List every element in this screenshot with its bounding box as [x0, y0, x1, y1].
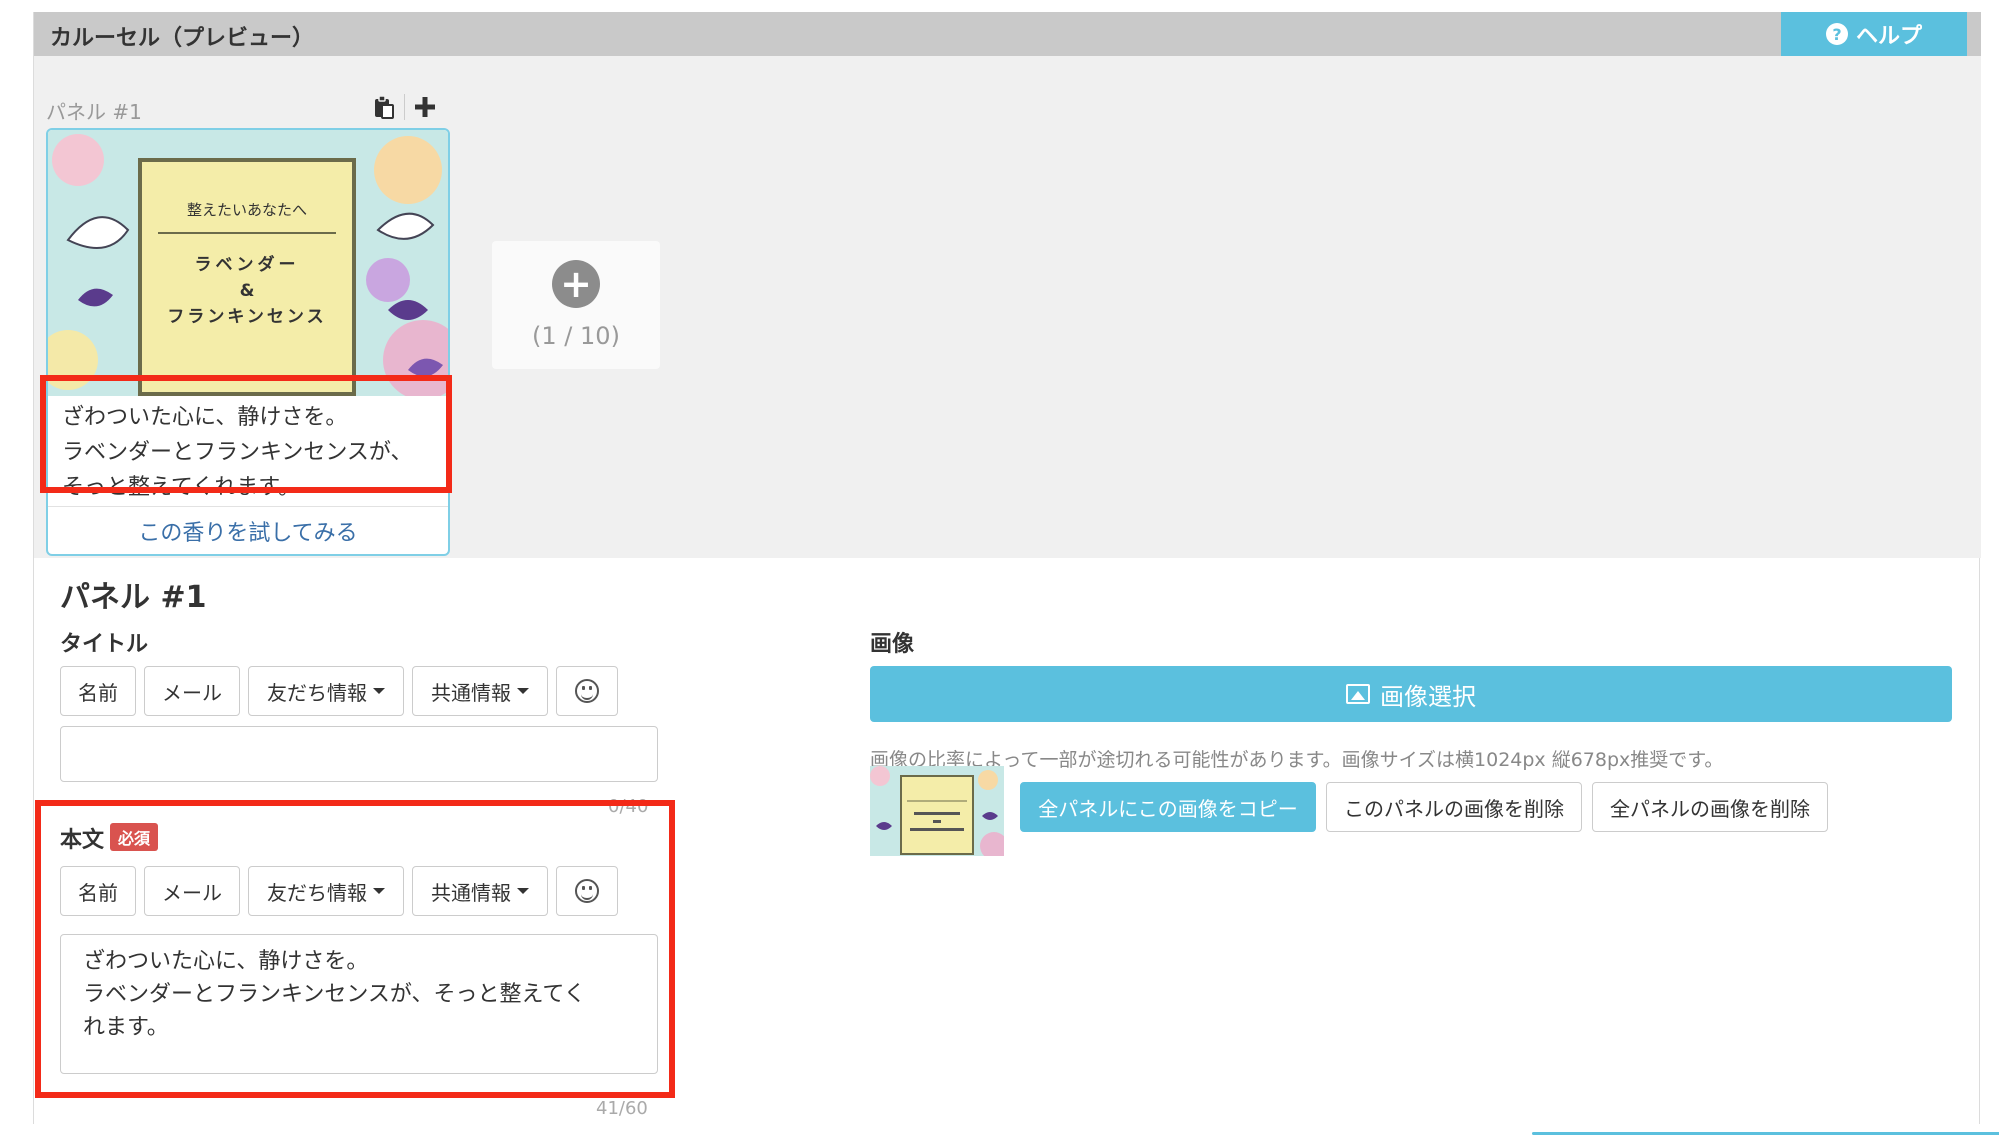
delete-all-images-button[interactable]: 全パネルの画像を削除: [1592, 782, 1828, 832]
title-input[interactable]: [60, 726, 658, 782]
page-title: カルーセル（プレビュー）: [50, 26, 315, 51]
common-info-dropdown[interactable]: 共通情報: [412, 666, 548, 716]
image-thumbnail: [870, 766, 1004, 856]
card-image: 整えたいあなたへ ラベンダー & フランキンセンス: [48, 130, 448, 396]
card-image-heading: 整えたいあなたへ: [187, 201, 307, 219]
emoji-button[interactable]: [556, 666, 618, 716]
image-field-label: 画像: [870, 632, 915, 657]
title-insert-toolbar: 名前 メール 友だち情報 共通情報: [60, 666, 618, 716]
question-circle-icon: ?: [1825, 23, 1848, 45]
panel-section-title: パネル #1: [60, 580, 207, 615]
image-select-button[interactable]: 画像選択: [870, 666, 1952, 722]
add-panel-toolbar-button[interactable]: [405, 90, 445, 124]
card-text-highlight: [40, 375, 452, 493]
help-label: ヘルプ: [1855, 24, 1922, 49]
title-field-label: タイトル: [60, 632, 149, 657]
card-action-link[interactable]: この香りを試してみる: [48, 506, 448, 554]
panel-toolbar: [364, 90, 445, 124]
card-image-title-line-1: ラベンダー: [195, 254, 300, 275]
caret-down-icon: [373, 688, 385, 694]
picture-icon: [1346, 684, 1370, 704]
smiley-icon: [575, 679, 599, 703]
help-button[interactable]: ? ヘルプ: [1781, 12, 1967, 56]
caret-down-icon: [517, 688, 529, 694]
insert-email-button[interactable]: メール: [144, 666, 240, 716]
header-bar: カルーセル（プレビュー） ? ヘルプ: [34, 12, 1981, 56]
add-panel-button[interactable]: + (1 / 10): [492, 241, 660, 369]
friend-info-dropdown[interactable]: 友だち情報: [248, 666, 404, 716]
panel-count: (1 / 10): [532, 322, 620, 350]
delete-panel-image-button[interactable]: このパネルの画像を削除: [1326, 782, 1582, 832]
card-image-title-line-3: フランキンセンス: [167, 307, 326, 327]
plus-icon: [415, 97, 435, 117]
paste-icon: [375, 95, 394, 119]
paste-panel-button[interactable]: [364, 90, 404, 124]
body-char-counter: 41/60: [596, 1098, 648, 1119]
card-image-title-line-2: &: [240, 281, 255, 301]
body-field-highlight: [35, 800, 675, 1098]
copy-image-to-all-panels-button[interactable]: 全パネルにこの画像をコピー: [1020, 782, 1316, 832]
plus-circle-icon: +: [552, 260, 600, 308]
insert-name-button[interactable]: 名前: [60, 666, 136, 716]
preview-panel-label: パネル #1: [46, 100, 142, 124]
